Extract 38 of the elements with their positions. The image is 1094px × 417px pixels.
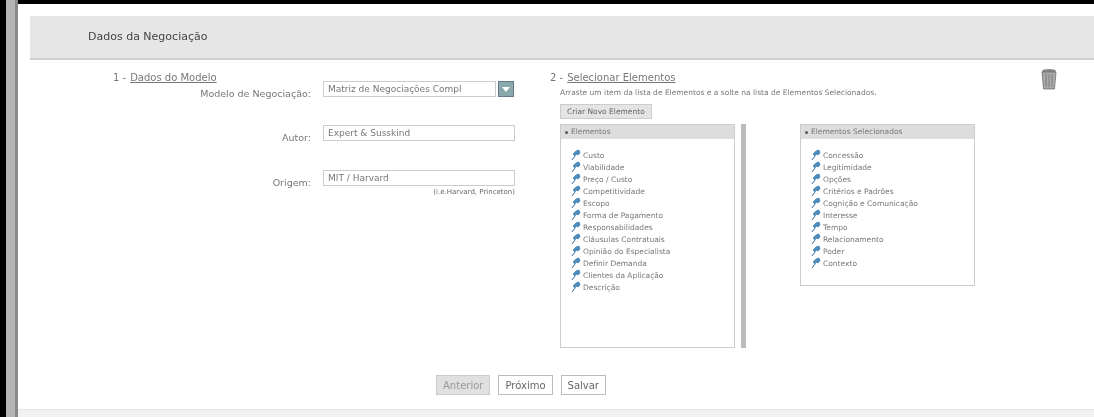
- section-title: Dados do Modelo: [130, 71, 217, 85]
- pushpin-icon: [571, 221, 581, 234]
- pushpin-icon: [571, 209, 581, 222]
- pushpin-icon: [571, 185, 581, 198]
- scrollbar[interactable]: [741, 124, 746, 349]
- pushpin-icon: [811, 221, 821, 234]
- bullet-icon: [565, 130, 568, 134]
- pushpin-icon: [811, 185, 821, 198]
- pushpin-icon: [571, 245, 581, 258]
- field-label: Origem:: [271, 175, 312, 190]
- pushpin-icon: [571, 257, 581, 270]
- section-title: Selecionar Elementos: [567, 71, 676, 85]
- pushpin-icon: [811, 257, 821, 270]
- nav-button[interactable]: Próximo: [498, 375, 553, 395]
- pushpin-icon: [811, 173, 821, 186]
- nav-button[interactable]: Salvar: [560, 375, 606, 395]
- section-number: 2 -: [550, 71, 564, 85]
- pushpin-icon: [811, 233, 821, 246]
- page-title: Dados da Negociação: [88, 28, 208, 45]
- pushpin-icon: [571, 269, 581, 282]
- text-field[interactable]: MIT / Harvard: [323, 169, 515, 186]
- trash-icon[interactable]: [1041, 68, 1057, 90]
- field-label: Modelo de Negociação:: [199, 87, 312, 101]
- pushpin-icon: [571, 161, 581, 174]
- pushpin-icon: [571, 281, 581, 294]
- pushpin-icon: [811, 149, 821, 162]
- bullet-icon: [805, 130, 808, 134]
- field-label: Autor:: [281, 131, 312, 146]
- pushpin-icon: [811, 245, 821, 258]
- pushpin-icon: [811, 161, 821, 174]
- pushpin-icon: [571, 233, 581, 246]
- pushpin-icon: [571, 149, 581, 162]
- text-field[interactable]: Expert & Susskind: [323, 125, 515, 142]
- section-number: 1 -: [113, 71, 127, 85]
- pushpin-icon: [811, 209, 821, 222]
- pushpin-icon: [571, 173, 581, 186]
- pushpin-icon: [571, 197, 581, 210]
- pushpin-icon: [811, 197, 821, 210]
